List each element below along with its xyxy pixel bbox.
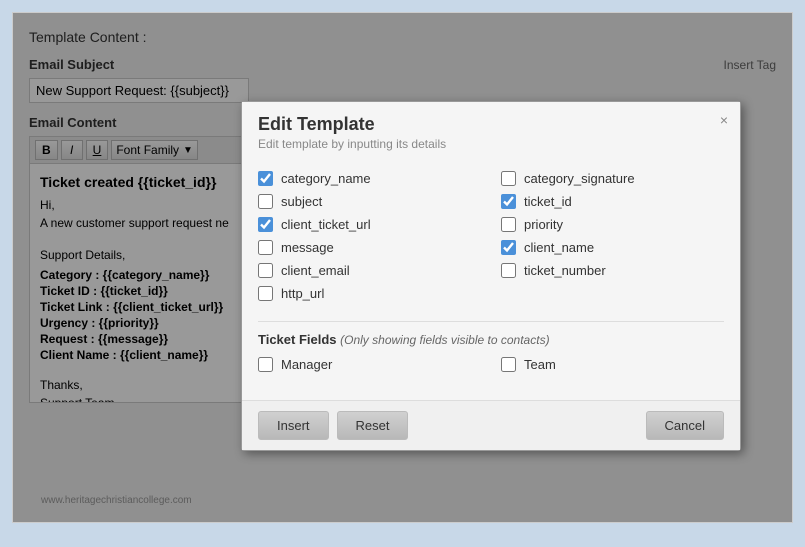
checkbox-item-team: Team	[501, 357, 724, 372]
checkbox-item-client-ticket-url: client_ticket_url	[258, 217, 481, 232]
modal-footer: Insert Reset Cancel	[242, 400, 740, 450]
checkbox-message[interactable]	[258, 240, 273, 255]
checkbox-label-http-url: http_url	[281, 286, 324, 301]
checkbox-label-manager: Manager	[281, 357, 332, 372]
checkbox-item-manager: Manager	[258, 357, 481, 372]
checkbox-label-ticket-id: ticket_id	[524, 194, 572, 209]
ticket-fields-section: Ticket Fields (Only showing fields visib…	[258, 332, 724, 372]
checkbox-label-category-name: category_name	[281, 171, 371, 186]
checkbox-label-priority: priority	[524, 217, 563, 232]
checkbox-client-email[interactable]	[258, 263, 273, 278]
checkbox-label-team: Team	[524, 357, 556, 372]
checkbox-client-name[interactable]	[501, 240, 516, 255]
checkbox-priority[interactable]	[501, 217, 516, 232]
checkbox-grid: category_name category_signature subject…	[258, 171, 724, 301]
checkbox-label-client-email: client_email	[281, 263, 350, 278]
checkbox-label-message: message	[281, 240, 334, 255]
divider	[258, 321, 724, 322]
checkbox-label-subject: subject	[281, 194, 322, 209]
checkbox-label-category-signature: category_signature	[524, 171, 635, 186]
checkbox-manager[interactable]	[258, 357, 273, 372]
checkbox-item-http-url: http_url	[258, 286, 481, 301]
checkbox-item-message: message	[258, 240, 481, 255]
modal-subtitle: Edit template by inputting its details	[258, 137, 724, 151]
checkbox-item-ticket-number: ticket_number	[501, 263, 724, 278]
checkbox-category-name[interactable]	[258, 171, 273, 186]
modal-body: category_name category_signature subject…	[242, 159, 740, 400]
checkbox-item-priority: priority	[501, 217, 724, 232]
checkbox-label-ticket-number: ticket_number	[524, 263, 606, 278]
checkbox-item-category-name: category_name	[258, 171, 481, 186]
ticket-fields-title: Ticket Fields (Only showing fields visib…	[258, 332, 724, 347]
insert-button[interactable]: Insert	[258, 411, 329, 440]
checkbox-item-subject: subject	[258, 194, 481, 209]
checkbox-item-ticket-id: ticket_id	[501, 194, 724, 209]
modal-close-button[interactable]: ×	[720, 112, 728, 128]
checkbox-ticket-id[interactable]	[501, 194, 516, 209]
ticket-fields-label: Ticket Fields	[258, 332, 337, 347]
reset-button[interactable]: Reset	[337, 411, 409, 440]
edit-template-modal: Edit Template Edit template by inputting…	[241, 101, 741, 451]
checkbox-client-ticket-url[interactable]	[258, 217, 273, 232]
background-panel: Template Content : Email Subject Insert …	[12, 12, 793, 523]
checkbox-team[interactable]	[501, 357, 516, 372]
checkbox-label-client-ticket-url: client_ticket_url	[281, 217, 371, 232]
modal-title: Edit Template	[258, 114, 724, 135]
checkbox-item-client-name: client_name	[501, 240, 724, 255]
checkbox-http-url[interactable]	[258, 286, 273, 301]
cancel-button[interactable]: Cancel	[646, 411, 724, 440]
checkbox-item-category-signature: category_signature	[501, 171, 724, 186]
checkbox-label-client-name: client_name	[524, 240, 594, 255]
modal-footer-left: Insert Reset	[258, 411, 408, 440]
checkbox-item-client-email: client_email	[258, 263, 481, 278]
ticket-fields-note: (Only showing fields visible to contacts…	[340, 333, 549, 347]
checkbox-category-signature[interactable]	[501, 171, 516, 186]
checkbox-subject[interactable]	[258, 194, 273, 209]
checkbox-ticket-number[interactable]	[501, 263, 516, 278]
modal-header: Edit Template Edit template by inputting…	[242, 102, 740, 159]
ticket-fields-grid: Manager Team	[258, 357, 724, 372]
